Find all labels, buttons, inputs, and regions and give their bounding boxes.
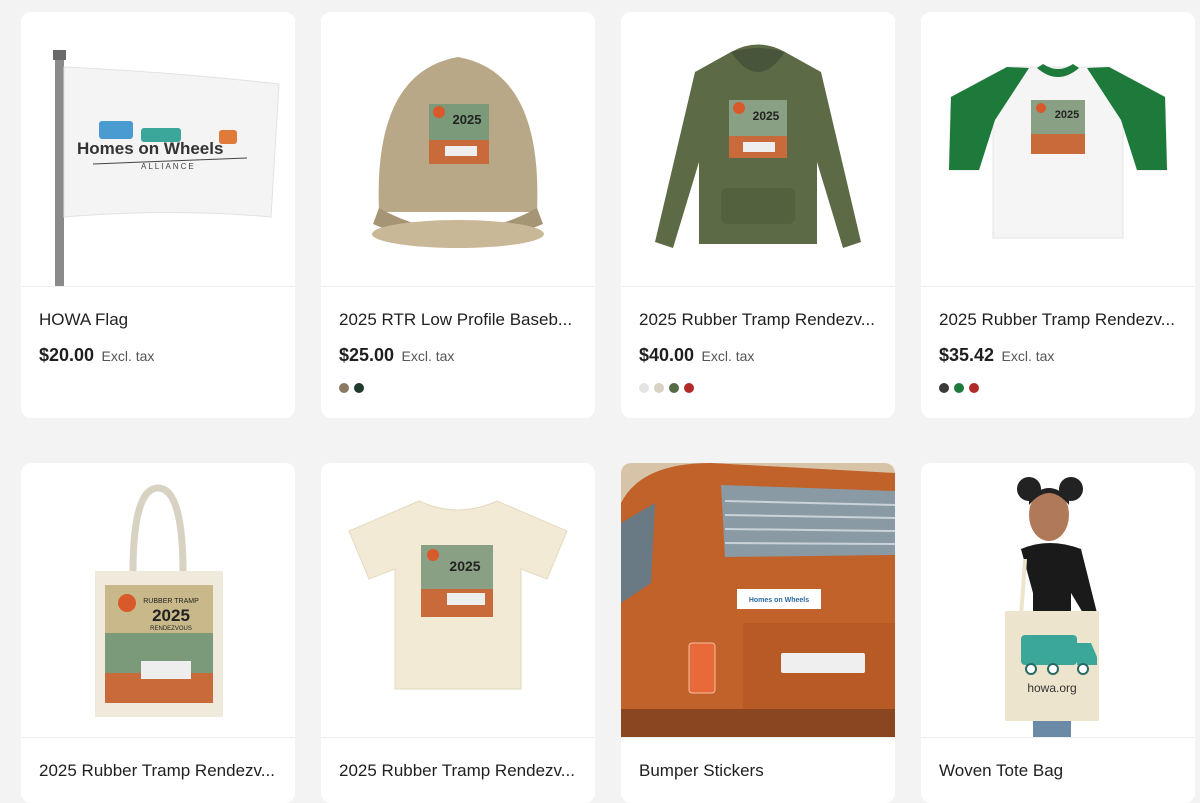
product-title[interactable]: 2025 Rubber Tramp Rendezv... — [639, 310, 884, 330]
product-card-tshirt[interactable]: 2025 2025 Rubber Tramp Rendezv... — [321, 463, 595, 803]
product-price: $40.00 — [639, 345, 695, 365]
price-row: $20.00 Excl. tax — [39, 345, 154, 366]
tax-label: Excl. tax — [101, 348, 155, 364]
color-swatch[interactable] — [654, 383, 664, 393]
color-swatch[interactable] — [339, 383, 349, 393]
raglan-design-year: 2025 — [1055, 109, 1079, 121]
product-card-howa-flag[interactable]: Homes on Wheels ALLIANCE HOWA Flag $20.0… — [21, 12, 295, 418]
product-image-tshirt[interactable]: 2025 — [321, 463, 595, 737]
product-title[interactable]: Bumper Stickers — [639, 761, 884, 781]
product-card-baseball-cap[interactable]: 2025 2025 RTR Low Profile Baseb... $25.0… — [321, 12, 595, 418]
product-title[interactable]: 2025 Rubber Tramp Rendezv... — [339, 761, 584, 781]
color-swatch[interactable] — [354, 383, 364, 393]
flag-logo-subtext: ALLIANCE — [141, 162, 196, 171]
product-title[interactable]: 2025 Rubber Tramp Rendezv... — [939, 310, 1184, 330]
color-swatches — [939, 383, 979, 393]
price-row: $40.00 Excl. tax — [639, 345, 754, 366]
product-card-bumper-stickers[interactable]: Homes on Wheels Bumper Stickers — [621, 463, 895, 803]
product-image-van[interactable]: Homes on Wheels — [621, 463, 895, 737]
color-swatch[interactable] — [684, 383, 694, 393]
hoodie-design-year: 2025 — [753, 109, 780, 123]
product-title[interactable]: HOWA Flag — [39, 310, 284, 330]
product-title[interactable]: 2025 Rubber Tramp Rendezv... — [39, 761, 284, 781]
card-divider — [921, 286, 1195, 287]
color-swatch[interactable] — [669, 383, 679, 393]
tax-label: Excl. tax — [401, 348, 455, 364]
price-row: $25.00 Excl. tax — [339, 345, 454, 366]
tote-design-text: RUBBER TRAMP — [143, 598, 199, 605]
product-image-cap[interactable]: 2025 — [321, 12, 595, 286]
color-swatch[interactable] — [969, 383, 979, 393]
product-price: $25.00 — [339, 345, 395, 365]
cap-design-year: 2025 — [453, 112, 482, 127]
color-swatch[interactable] — [954, 383, 964, 393]
product-image-raglan[interactable]: 2025 — [921, 12, 1195, 286]
product-image-hoodie[interactable]: 2025 — [621, 12, 895, 286]
color-swatches — [639, 383, 694, 393]
product-title[interactable]: Woven Tote Bag — [939, 761, 1184, 781]
card-divider — [321, 737, 595, 738]
tshirt-design-year: 2025 — [449, 558, 480, 574]
card-divider — [321, 286, 595, 287]
price-row: $35.42 Excl. tax — [939, 345, 1054, 366]
product-card-woven-tote[interactable]: howa.org Woven Tote Bag — [921, 463, 1195, 803]
product-card-hoodie[interactable]: 2025 2025 Rubber Tramp Rendezv... $40.00… — [621, 12, 895, 418]
product-image-tote[interactable]: RUBBER TRAMP 2025 RENDEZVOUS — [21, 463, 295, 737]
card-divider — [21, 737, 295, 738]
product-image-woven-tote[interactable]: howa.org — [921, 463, 1195, 737]
product-grid: Homes on Wheels ALLIANCE HOWA Flag $20.0… — [0, 0, 1200, 803]
color-swatch[interactable] — [639, 383, 649, 393]
card-divider — [921, 737, 1195, 738]
tote-url-text: howa.org — [1027, 681, 1076, 695]
card-divider — [21, 286, 295, 287]
tote-design-year: 2025 — [152, 606, 190, 625]
product-image-flag[interactable]: Homes on Wheels ALLIANCE — [21, 12, 295, 286]
product-card-tote-bag[interactable]: RUBBER TRAMP 2025 RENDEZVOUS 2025 Rubber… — [21, 463, 295, 803]
card-divider — [621, 737, 895, 738]
tax-label: Excl. tax — [1001, 348, 1055, 364]
tax-label: Excl. tax — [701, 348, 755, 364]
flag-logo-text: Homes on Wheels — [77, 139, 223, 158]
color-swatches — [339, 383, 364, 393]
sticker-text: Homes on Wheels — [749, 597, 809, 604]
product-title[interactable]: 2025 RTR Low Profile Baseb... — [339, 310, 584, 330]
product-price: $35.42 — [939, 345, 995, 365]
product-price: $20.00 — [39, 345, 95, 365]
card-divider — [621, 286, 895, 287]
product-card-raglan-tee[interactable]: 2025 2025 Rubber Tramp Rendezv... $35.42… — [921, 12, 1195, 418]
tote-design-subtext: RENDEZVOUS — [150, 626, 192, 632]
color-swatch[interactable] — [939, 383, 949, 393]
